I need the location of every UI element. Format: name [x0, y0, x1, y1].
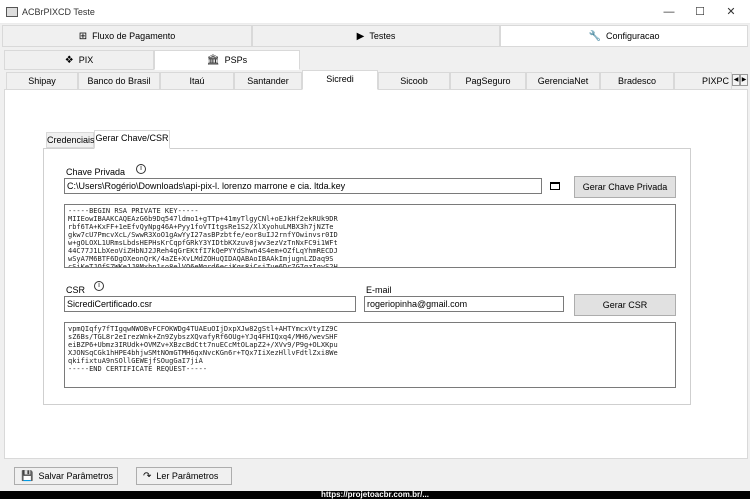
tab-configuracao[interactable]: 🔧 Configuracao	[500, 25, 748, 47]
tab-label: PIX	[78, 55, 94, 65]
footer-strip: https://projetoacbr.com.br/...	[0, 491, 750, 499]
play-icon: ▶	[356, 31, 365, 42]
csr-filename-input[interactable]: SicrediCertificado.csr	[64, 296, 356, 312]
psp-tabs: Shipay Banco do Brasil Itaú Santander Si…	[0, 70, 750, 90]
csr-label: CSR	[66, 285, 86, 295]
tab-banco-do-brasil[interactable]: Banco do Brasil	[78, 72, 160, 89]
email-label: E-mail	[366, 285, 392, 295]
app-icon	[6, 7, 18, 17]
main-tabs: ⊞ Fluxo de Pagamento ▶ Testes 🔧 Configuraca…	[0, 25, 750, 47]
tab-santander[interactable]: Santander	[234, 72, 302, 89]
email-input[interactable]: rogeriopinha@gmail.com	[364, 296, 564, 312]
private-key-path-input[interactable]: C:\Users\Rogério\Downloads\api-pix-l. lo…	[64, 178, 542, 194]
gerar-chave-privada-button[interactable]: Gerar Chave Privada	[574, 176, 676, 198]
info-icon[interactable]: i	[136, 164, 146, 174]
tab-testes[interactable]: ▶ Testes	[252, 25, 500, 47]
window-title: ACBrPIXCD Teste	[22, 7, 95, 17]
csr-textarea[interactable]: vpmQIqfy7fTIgqwNWOBvFCFOKWDg4TUAEuOIjDxp…	[64, 322, 676, 388]
minimize-button[interactable]: —	[654, 2, 684, 22]
tab-sicoob[interactable]: Sicoob	[378, 72, 450, 89]
tab-sicredi[interactable]: Sicredi	[302, 70, 378, 90]
tab-label: Testes	[369, 31, 396, 41]
tab-shipay[interactable]: Shipay	[6, 72, 78, 89]
tab-scroll-arrows: ◀ ▶	[732, 74, 748, 86]
button-label: Salvar Parâmetros	[38, 471, 113, 481]
private-key-label: Chave Privada	[66, 167, 126, 177]
info-icon[interactable]: i	[94, 281, 104, 291]
tab-gerar-chave-csr[interactable]: Gerar Chave/CSR	[94, 130, 170, 149]
close-button[interactable]: ✕	[716, 2, 746, 22]
tab-credenciais[interactable]: Credenciais	[46, 132, 95, 148]
tab-label: PSPs	[224, 55, 248, 65]
tab-itau[interactable]: Itaú	[160, 72, 234, 89]
ler-parametros-button[interactable]: ↷ Ler Parâmetros	[136, 467, 232, 485]
scroll-left-icon[interactable]: ◀	[732, 74, 740, 86]
grid-icon: ⊞	[78, 31, 88, 42]
private-key-textarea[interactable]: -----BEGIN RSA PRIVATE KEY----- MIIEowIB…	[64, 204, 676, 268]
tab-pix[interactable]: ❖ PIX	[4, 50, 154, 70]
title-bar: ACBrPIXCD Teste — ☐ ✕	[0, 0, 750, 24]
tab-fluxo-pagamento[interactable]: ⊞ Fluxo de Pagamento	[2, 25, 252, 47]
redo-icon: ↷	[143, 471, 152, 482]
tab-label: Configuracao	[605, 31, 660, 41]
tab-pagseguro[interactable]: PagSeguro	[450, 72, 526, 89]
pix-icon: ❖	[64, 55, 74, 66]
bank-icon: 🏛	[206, 55, 220, 66]
tab-pixpc[interactable]: PIXPC	[674, 72, 732, 89]
wrench-icon: 🔧	[588, 31, 601, 42]
tab-label: Fluxo de Pagamento	[92, 31, 176, 41]
maximize-button[interactable]: ☐	[685, 2, 715, 22]
tab-psps[interactable]: 🏛 PSPs	[154, 50, 300, 70]
tab-bradesco[interactable]: Bradesco	[600, 72, 674, 89]
salvar-parametros-button[interactable]: 💾 Salvar Parâmetros	[14, 467, 118, 485]
tab-gerencianet[interactable]: GerenciaNet	[526, 72, 600, 89]
scroll-right-icon[interactable]: ▶	[740, 74, 748, 86]
bottom-bar: 💾 Salvar Parâmetros ↷ Ler Parâmetros	[0, 459, 750, 491]
save-icon: 💾	[21, 471, 34, 482]
folder-icon[interactable]	[550, 182, 560, 190]
gerar-csr-button[interactable]: Gerar CSR	[574, 294, 676, 316]
button-label: Ler Parâmetros	[156, 471, 219, 481]
sub-tabs: ❖ PIX 🏛 PSPs	[0, 50, 750, 70]
